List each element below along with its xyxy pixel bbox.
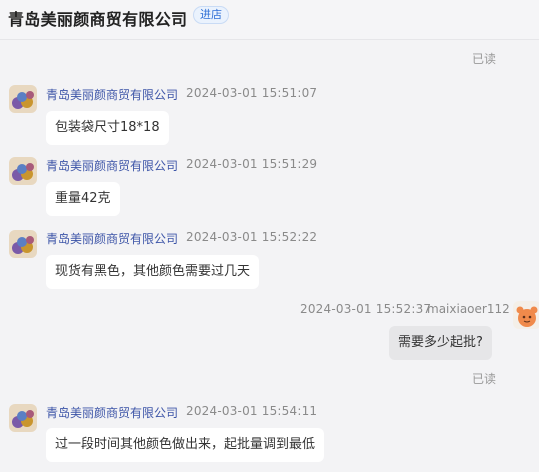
own-username: maixiaoer112	[427, 302, 510, 316]
shop-avatar[interactable]	[9, 404, 37, 432]
message-timestamp: 2024-03-01 15:51:29	[186, 157, 318, 171]
message-sender[interactable]: 青岛美丽颜商贸有限公司	[46, 157, 178, 174]
message-sender[interactable]: 青岛美丽颜商贸有限公司	[46, 86, 178, 103]
shop-avatar[interactable]	[9, 157, 37, 185]
message-bubble[interactable]: 包装袋尺寸18*18	[46, 111, 169, 145]
shop-avatar[interactable]	[9, 85, 37, 113]
message-sender[interactable]: 青岛美丽颜商贸有限公司	[46, 404, 178, 421]
chat-header: 青岛美丽颜商贸有限公司 进店	[0, 0, 539, 40]
shop-name-title: 青岛美丽颜商贸有限公司	[8, 10, 188, 29]
enter-shop-button[interactable]: 进店	[193, 6, 229, 24]
message-timestamp: 2024-03-01 15:52:22	[186, 230, 318, 244]
read-status-top: 已读	[471, 52, 496, 66]
read-status: 已读	[471, 372, 496, 386]
message-bubble[interactable]: 过一段时间其他颜色做出来，起批量调到最低	[46, 428, 325, 462]
message-bubble[interactable]: 现货有黑色，其他颜色需要过几天	[46, 255, 260, 289]
shop-avatar[interactable]	[9, 230, 37, 258]
user-avatar[interactable]	[513, 301, 539, 329]
message-timestamp: 2024-03-01 15:54:11	[186, 404, 318, 418]
message-timestamp: 2024-03-01 15:51:07	[186, 86, 318, 100]
message-bubble[interactable]: 重量42克	[46, 182, 120, 216]
message-sender[interactable]: 青岛美丽颜商贸有限公司	[46, 230, 178, 247]
own-message-timestamp: 2024-03-01 15:52:37	[300, 302, 432, 316]
own-message-bubble[interactable]: 需要多少起批?	[389, 326, 492, 360]
